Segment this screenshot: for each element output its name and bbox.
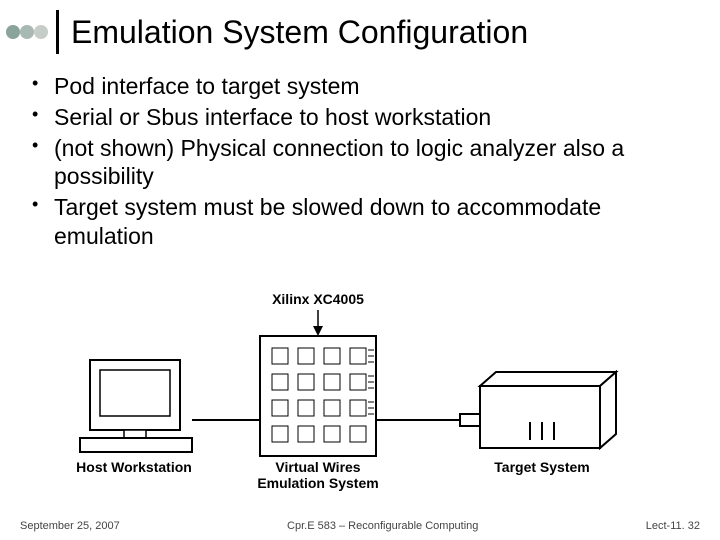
host-label: Host Workstation [76,459,192,475]
dot-icon [20,25,34,39]
slide-header: Emulation System Configuration [0,0,720,68]
target-label: Target System [494,459,589,475]
bullet-item: Serial or Sbus interface to host worksta… [32,103,690,132]
slide-title: Emulation System Configuration [71,14,528,51]
dot-icon [6,25,20,39]
decorative-dots [6,25,48,39]
bullet-item: Pod interface to target system [32,72,690,101]
slide-footer: September 25, 2007 Cpr.E 583 – Reconfigu… [0,520,720,532]
footer-date: September 25, 2007 [20,520,120,532]
fpga-label: Xilinx XC4005 [272,291,364,307]
host-workstation-icon [80,360,192,452]
footer-page: Lect-11. 32 [646,520,700,532]
bullet-item: Target system must be slowed down to acc… [32,193,690,251]
system-diagram: Xilinx XC4005 Host Workstation Virtual W… [60,290,660,500]
title-divider [56,10,59,54]
footer-course: Cpr.E 583 – Reconfigurable Computing [287,520,478,532]
emulator-label-1: Virtual Wires [275,459,360,475]
bullet-item: (not shown) Physical connection to logic… [32,134,690,192]
bullet-list: Pod interface to target system Serial or… [0,68,720,251]
arrow-down-icon [313,326,323,336]
emulation-system-icon [260,336,376,456]
emulator-label-2: Emulation System [257,475,378,491]
target-system-icon [480,372,616,448]
dot-icon [34,25,48,39]
